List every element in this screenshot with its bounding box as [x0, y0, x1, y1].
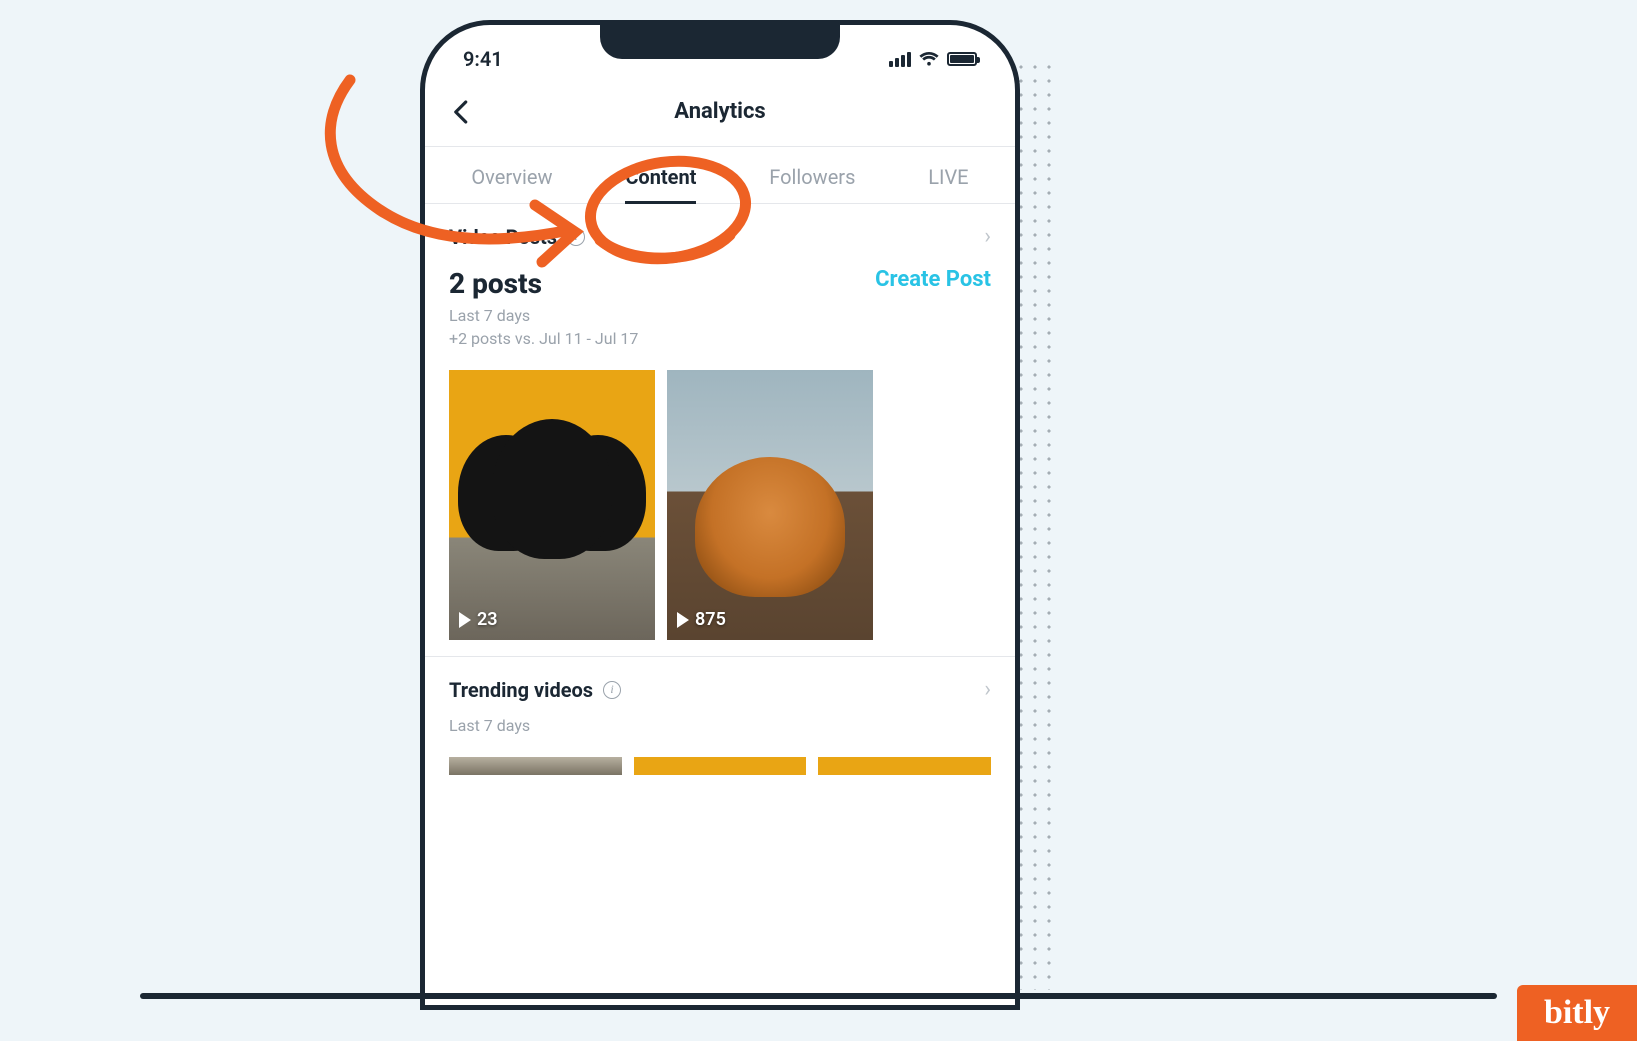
- video-thumbnail[interactable]: [634, 757, 807, 775]
- bitly-logo: bitly: [1517, 985, 1637, 1041]
- play-icon: [677, 612, 689, 628]
- trending-section: Trending videos i › Last 7 days: [425, 657, 1015, 743]
- back-button[interactable]: [447, 97, 477, 127]
- video-thumbnail[interactable]: 875: [667, 370, 873, 640]
- chevron-right-icon: ›: [984, 677, 991, 702]
- wifi-icon: [919, 51, 939, 67]
- video-thumbnails: 23 875: [449, 370, 991, 640]
- info-icon[interactable]: i: [567, 228, 585, 246]
- nav-bar: Analytics: [425, 81, 1015, 147]
- tab-live[interactable]: LIVE: [920, 147, 976, 203]
- tabs: Overview Content Followers LIVE: [425, 147, 1015, 204]
- chevron-right-icon: ›: [984, 224, 991, 249]
- section-header-video-posts[interactable]: Video Posts i ›: [449, 224, 991, 249]
- video-thumbnail[interactable]: 23: [449, 370, 655, 640]
- video-thumbnail[interactable]: [818, 757, 991, 775]
- play-count-value: 23: [477, 609, 498, 630]
- trending-thumbnails-peek: [425, 757, 1015, 775]
- posts-count: 2 posts: [449, 267, 638, 300]
- status-time: 9:41: [463, 47, 503, 71]
- battery-icon: [947, 52, 977, 66]
- range-label: Last 7 days: [449, 716, 991, 735]
- play-count-value: 875: [695, 609, 726, 630]
- section-title: Video Posts: [449, 225, 557, 249]
- info-icon[interactable]: i: [603, 681, 621, 699]
- section-title: Trending videos: [449, 678, 593, 702]
- range-label: Last 7 days: [449, 306, 638, 325]
- play-icon: [459, 612, 471, 628]
- video-thumbnail[interactable]: [449, 757, 622, 775]
- play-count: 23: [459, 609, 498, 630]
- phone-frame: 9:41 Analytics Overview Content Follower…: [420, 20, 1020, 1010]
- phone-notch: [600, 25, 840, 59]
- play-count: 875: [677, 609, 726, 630]
- cellular-icon: [889, 52, 911, 67]
- tab-followers[interactable]: Followers: [761, 147, 863, 203]
- tab-content[interactable]: Content: [617, 147, 704, 203]
- create-post-button[interactable]: Create Post: [875, 267, 991, 292]
- tab-overview[interactable]: Overview: [463, 147, 560, 203]
- section-header-trending[interactable]: Trending videos i ›: [449, 677, 991, 702]
- video-posts-section: Video Posts i › 2 posts Last 7 days +2 p…: [425, 204, 1015, 657]
- chevron-left-icon: [447, 97, 477, 127]
- delta-label: +2 posts vs. Jul 11 - Jul 17: [449, 329, 638, 348]
- status-icons: [889, 51, 977, 67]
- ground-line: [140, 993, 1497, 999]
- page-title: Analytics: [674, 99, 765, 124]
